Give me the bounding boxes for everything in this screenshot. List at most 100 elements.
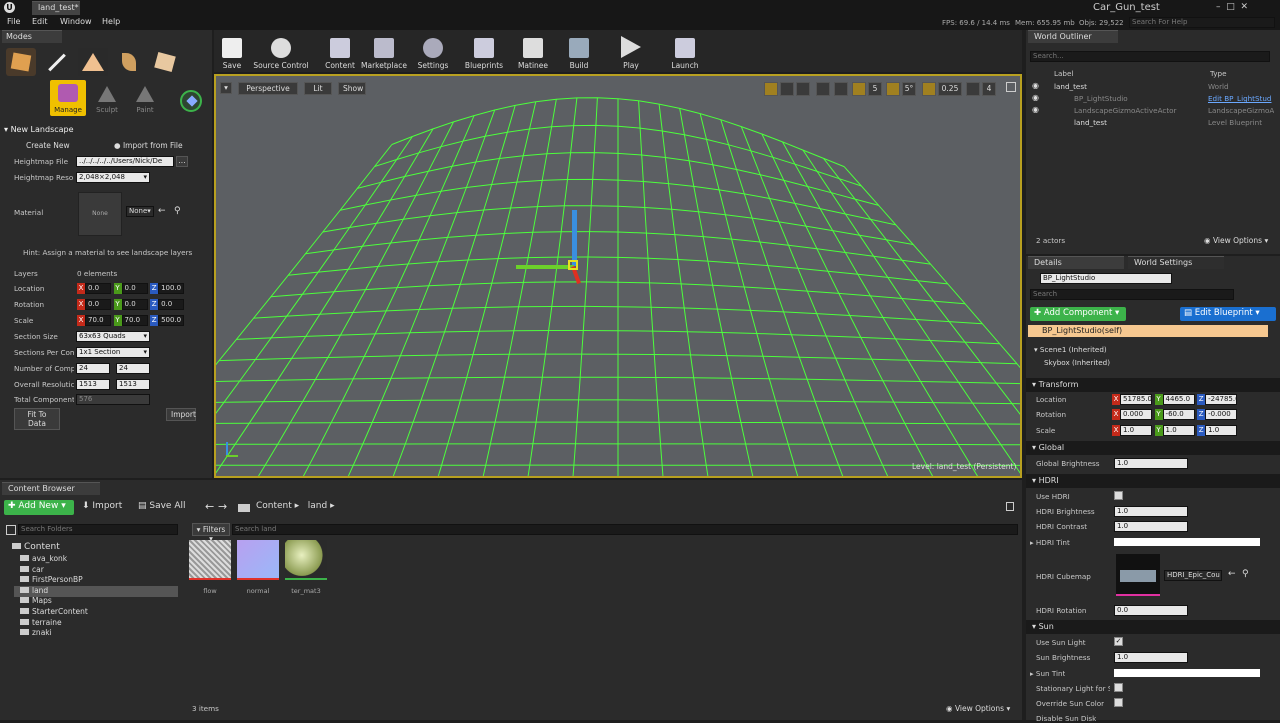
num-comp-x[interactable]: 24 [76,363,110,374]
heightmap-res-select[interactable]: 2,048×2,048▾ [76,172,150,183]
hdri-tint-swatch[interactable] [1114,538,1260,546]
details-rotation-label[interactable]: Rotation [1036,410,1066,419]
browse-asset-search-icon[interactable]: ⚲ [1242,569,1249,579]
details-search-input[interactable]: Search [1030,289,1234,300]
section-size-select[interactable]: 63x63 Quads▾ [76,331,150,342]
outliner-row-type[interactable]: Edit BP_LightStud [1208,94,1274,103]
crumb-content[interactable]: Content [256,501,292,511]
launch-button[interactable]: Launch [668,32,702,70]
new-landscape-header[interactable]: ▾ New Landscape [4,125,74,134]
menu-window[interactable]: Window [60,17,92,26]
play-button[interactable]: Play [616,32,646,70]
scale-snap-icon[interactable] [922,82,936,96]
scale-x[interactable]: 70.0 [85,315,111,326]
crumb-land[interactable]: land [308,501,327,511]
outliner-view-options-button[interactable]: ◉ View Options ▾ [1204,236,1268,245]
hdri-brightness-field[interactable]: 1.0 [1114,506,1188,517]
hdri-cubemap-thumbnail[interactable] [1116,554,1160,596]
folder-tree-item[interactable]: StarterContent [14,607,178,618]
details-tab[interactable]: Details [1028,256,1124,269]
scale-snap-value[interactable]: 0.25 [938,82,962,96]
d-scale-z[interactable]: 1.0 [1205,425,1237,436]
save-button[interactable]: Save [218,32,246,70]
d-scale-y[interactable]: 1.0 [1163,425,1195,436]
hdri-contrast-field[interactable]: 1.0 [1114,521,1188,532]
help-search-input[interactable]: Search For Help [1129,17,1275,28]
outliner-col-type[interactable]: Type [1210,69,1227,78]
history-forward-icon[interactable]: → [218,500,227,513]
rot-x[interactable]: 0.0 [85,299,111,310]
asset-tile[interactable]: flow [188,540,232,600]
matinee-button[interactable]: Matinee [516,32,550,70]
outliner-row[interactable]: ◉LandscapeGizmoActiveActorLandscapeGizmo… [1030,105,1276,117]
landscape-mode-icon[interactable] [78,48,108,76]
folder-tree-item[interactable]: znaki [14,628,178,639]
rot-y[interactable]: 0.0 [122,299,148,310]
scale-z[interactable]: 500.0 [158,315,184,326]
overall-res-x[interactable]: 1513 [76,379,110,390]
modes-tab[interactable]: Modes [2,30,62,43]
world-local-icon[interactable] [816,82,830,96]
show-button[interactable]: Show [338,82,366,95]
heightmap-browse-button[interactable]: ... [176,156,188,167]
eye-icon[interactable]: ◉ [1032,81,1039,90]
outliner-row[interactable]: ◉land_testWorld [1030,81,1276,93]
lock-icon[interactable] [1006,502,1014,511]
use-hdri-checkbox[interactable] [1114,491,1123,500]
geometry-mode-icon[interactable] [150,48,180,76]
viewport-options-button[interactable]: ▾ [220,82,232,94]
heightmap-file-field[interactable]: ../../../../../Users/Nick/De [76,156,174,167]
folder-tree-item[interactable]: ava_konk [14,554,178,565]
d-loc-x[interactable]: 51785.0 [1120,394,1152,405]
material-select[interactable]: None▾ [126,206,154,217]
blueprints-button[interactable]: Blueprints [464,32,504,70]
loc-x[interactable]: 0.0 [85,283,111,294]
outliner-search-input[interactable]: Search... [1030,51,1270,62]
import-button[interactable]: Import [166,408,196,421]
use-sun-checkbox[interactable]: ✓ [1114,637,1123,646]
sun-header[interactable]: ▾ Sun [1026,620,1280,634]
sun-brightness-field[interactable]: 1.0 [1114,652,1188,663]
level-tab[interactable]: land_test* [32,1,80,15]
fit-to-data-button[interactable]: Fit To Data [14,408,60,430]
global-brightness-field[interactable]: 1.0 [1114,458,1188,469]
build-button[interactable]: Build [564,32,594,70]
component-skybox[interactable]: Skybox (Inherited) [1044,358,1110,367]
manage-tool-button[interactable]: Manage [50,80,86,116]
save-all-button[interactable]: ▤ Save All [138,501,186,511]
folder-tree-item[interactable]: Maps [14,596,178,607]
folder-tree-item[interactable]: land [14,586,178,597]
hdri-cubemap-select[interactable]: HDRI_Epic_Cou [1164,570,1222,581]
d-scale-x[interactable]: 1.0 [1120,425,1152,436]
outliner-col-label[interactable]: Label [1054,69,1073,78]
paint-mode-icon[interactable] [42,48,72,76]
import-cb-button[interactable]: ⬇ Import [82,501,122,511]
perspective-button[interactable]: Perspective [238,82,298,95]
import-from-file-radio[interactable]: ● Import from File [114,141,183,150]
global-header[interactable]: ▾ Global [1026,441,1280,455]
rot-z[interactable]: 0.0 [158,299,184,310]
folder-tree-item[interactable]: FirstPersonBP [14,575,178,586]
component-self[interactable]: BP_LightStudio(self) [1028,325,1268,337]
paint-tool-button[interactable]: Paint [128,80,162,116]
grid-snap-icon[interactable] [852,82,866,96]
source-control-button[interactable]: Source Control [252,32,310,70]
transform-header[interactable]: ▾ Transform [1026,378,1280,392]
use-selected-asset-icon[interactable]: ← [1228,569,1236,579]
cb-view-options-button[interactable]: ◉ View Options ▾ [946,704,1010,713]
marketplace-button[interactable]: Marketplace [360,32,408,70]
content-button[interactable]: Content [324,32,356,70]
sections-per-comp-select[interactable]: 1x1 Section▾ [76,347,150,358]
search-assets-input[interactable]: Search land [232,524,1018,535]
details-location-label[interactable]: Location [1036,395,1066,404]
scale-y[interactable]: 70.0 [122,315,148,326]
camera-speed-value[interactable]: 4 [982,82,996,96]
content-browser-tab[interactable]: Content Browser [2,482,100,495]
stationary-light-checkbox[interactable] [1114,683,1123,692]
world-outliner-tab[interactable]: World Outliner [1028,30,1118,43]
d-loc-y[interactable]: 4465.0 [1163,394,1195,405]
sources-panel-toggle-icon[interactable] [6,525,16,535]
folder-tree-item[interactable]: Content [6,542,178,553]
create-new-radio[interactable]: Create New [26,141,70,150]
angle-snap-icon[interactable] [886,82,900,96]
